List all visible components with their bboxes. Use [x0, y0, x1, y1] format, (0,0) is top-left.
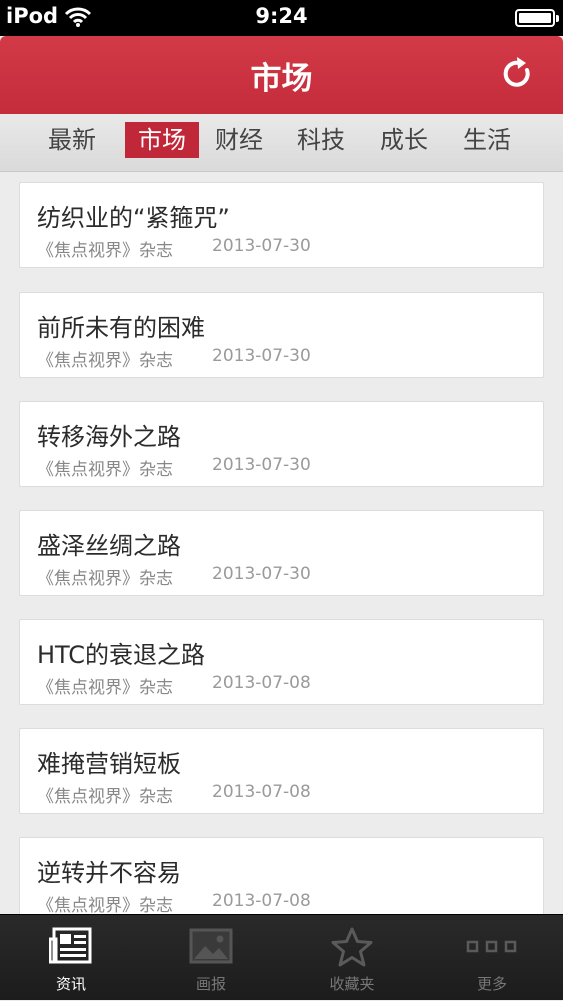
picture-icon: [189, 927, 233, 969]
bottom-nav-bar: 资讯 画报 收藏夹 更多: [0, 914, 563, 1000]
article-source: 《焦点视界》杂志: [37, 678, 173, 698]
article-title: 转移海外之路: [37, 423, 181, 451]
article-item[interactable]: 难掩营销短板 《焦点视界》杂志 2013-07-08: [19, 728, 544, 814]
title-bar: 市场: [0, 36, 563, 114]
article-item[interactable]: 逆转并不容易 《焦点视界》杂志 2013-07-08: [19, 837, 544, 914]
category-tab-bar: 最新 市场 财经 科技 成长 生活: [0, 114, 563, 172]
article-item[interactable]: 纺织业的“紧箍咒” 《焦点视界》杂志 2013-07-30: [19, 182, 544, 268]
bottom-tab-pictorial-label: 画报: [195, 975, 226, 993]
status-time: 9:24: [255, 4, 308, 28]
article-date: 2013-07-08: [212, 782, 311, 802]
article-title: 纺织业的“紧箍咒”: [37, 204, 230, 232]
article-title: HTC的衰退之路: [37, 641, 206, 669]
bottom-tab-news-label: 资讯: [55, 975, 86, 993]
article-date: 2013-07-30: [212, 564, 311, 584]
tab-finance[interactable]: 财经: [202, 122, 276, 158]
article-item[interactable]: 盛泽丝绸之路 《焦点视界》杂志 2013-07-30: [19, 510, 544, 596]
bottom-tab-favorites[interactable]: 收藏夹: [282, 915, 422, 1001]
article-title: 盛泽丝绸之路: [37, 532, 181, 560]
article-source: 《焦点视界》杂志: [37, 460, 173, 480]
article-item[interactable]: HTC的衰退之路 《焦点视界》杂志 2013-07-08: [19, 619, 544, 705]
tab-market[interactable]: 市场: [125, 122, 199, 158]
article-item[interactable]: 前所未有的困难 《焦点视界》杂志 2013-07-30: [19, 292, 544, 378]
battery-icon: [515, 9, 559, 27]
bottom-tab-favorites-label: 收藏夹: [329, 975, 375, 993]
tab-life[interactable]: 生活: [450, 122, 524, 158]
article-source: 《焦点视界》杂志: [37, 241, 173, 261]
article-list: 纺织业的“紧箍咒” 《焦点视界》杂志 2013-07-30 前所未有的困难 《焦…: [0, 172, 563, 914]
article-date: 2013-07-30: [212, 236, 311, 256]
article-date: 2013-07-30: [212, 455, 311, 475]
article-item[interactable]: 转移海外之路 《焦点视界》杂志 2013-07-30: [19, 401, 544, 487]
page-title: 市场: [250, 61, 313, 97]
bottom-tab-more[interactable]: 更多: [422, 915, 562, 1001]
tab-technology[interactable]: 科技: [284, 122, 358, 158]
more-dots-icon: [466, 927, 518, 969]
article-source: 《焦点视界》杂志: [37, 787, 173, 807]
article-source: 《焦点视界》杂志: [37, 896, 173, 914]
article-date: 2013-07-08: [212, 891, 311, 911]
article-source: 《焦点视界》杂志: [37, 351, 173, 371]
newspaper-icon: [48, 927, 93, 969]
article-title: 逆转并不容易: [37, 859, 181, 887]
star-icon: [330, 927, 374, 971]
bottom-tab-more-label: 更多: [476, 975, 507, 993]
refresh-icon[interactable]: [499, 56, 535, 92]
article-source: 《焦点视界》杂志: [37, 569, 173, 589]
article-title: 前所未有的困难: [37, 314, 205, 342]
tab-latest[interactable]: 最新: [35, 122, 109, 158]
bottom-tab-pictorial[interactable]: 画报: [141, 915, 281, 1001]
tab-growth[interactable]: 成长: [367, 122, 441, 158]
article-date: 2013-07-08: [212, 673, 311, 693]
status-bar: iPod 9:24: [0, 0, 563, 36]
bottom-tab-news[interactable]: 资讯: [1, 915, 141, 1001]
article-title: 难掩营销短板: [37, 750, 181, 778]
article-date: 2013-07-30: [212, 346, 311, 366]
